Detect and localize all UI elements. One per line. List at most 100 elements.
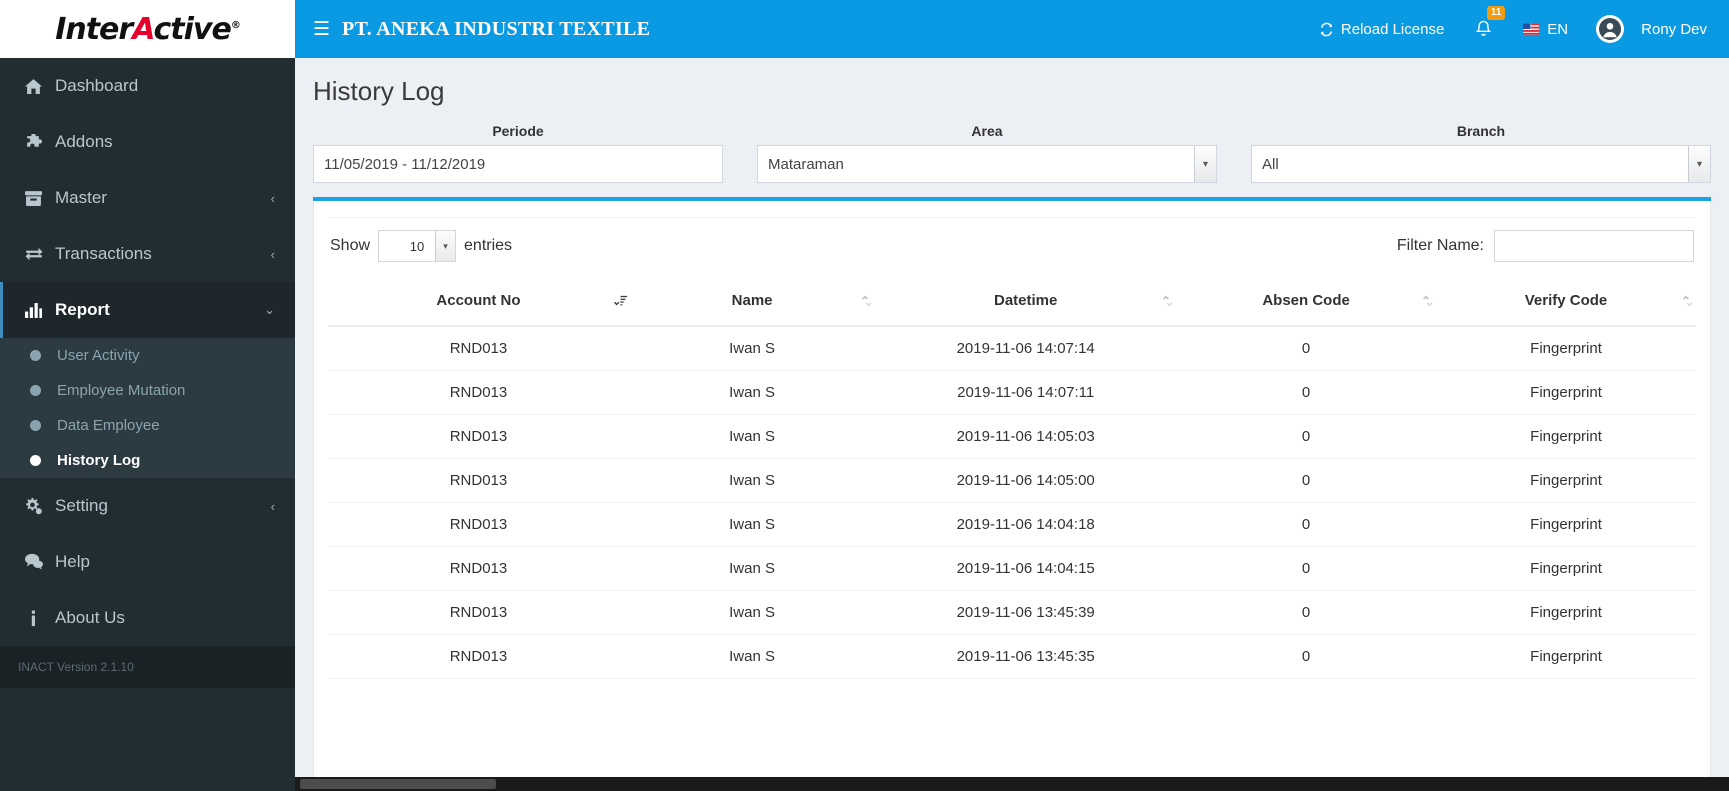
circle-icon xyxy=(30,455,41,466)
logo-trademark: ® xyxy=(230,19,241,31)
cell-verify-code: Fingerprint xyxy=(1436,370,1696,415)
sidebar-item-label: Master xyxy=(55,188,107,207)
cell-verify-code: Fingerprint xyxy=(1436,590,1696,635)
cell-account-no: RND013 xyxy=(328,370,629,415)
reload-license-label: Reload License xyxy=(1340,20,1445,38)
topbar: ☰ PT. ANEKA INDUSTRI TEXTILE Reload Lice… xyxy=(295,0,1729,58)
table-body: RND013 Iwan S 2019-11-06 14:07:14 0 Fing… xyxy=(328,326,1696,679)
column-label: Absen Code xyxy=(1262,292,1350,309)
filter-area: Area Mataraman ▾ xyxy=(757,123,1217,183)
column-header-datetime[interactable]: Datetime xyxy=(875,276,1177,327)
area-select[interactable]: Mataraman ▾ xyxy=(757,145,1217,183)
table-header-row: Account No Name Datetime Absen Code Veri… xyxy=(328,276,1696,327)
sidebar-item-label: Transactions xyxy=(55,244,152,263)
cell-name: Iwan S xyxy=(628,370,876,415)
column-label: Verify Code xyxy=(1524,292,1608,309)
menu-toggle-icon[interactable]: ☰ xyxy=(313,20,330,39)
sidebar-item-addons[interactable]: Addons xyxy=(0,114,295,170)
language-selector[interactable]: EN xyxy=(1509,0,1582,58)
sidebar-item-about-us[interactable]: About Us xyxy=(0,590,295,646)
brand-logo[interactable]: InterActive® xyxy=(0,0,295,58)
cell-absen-code: 0 xyxy=(1176,414,1437,459)
table-row[interactable]: RND013 Iwan S 2019-11-06 14:05:03 0 Fing… xyxy=(328,414,1696,459)
user-name-label: Rony Dev xyxy=(1641,20,1707,38)
sidebar: InterActive® Dashboard Addons Master ‹ T… xyxy=(0,0,295,791)
sidebar-subitem-employee-mutation[interactable]: Employee Mutation xyxy=(0,373,295,408)
branch-value: All xyxy=(1262,155,1279,173)
sidebar-version: INACT Version 2.1.10 xyxy=(0,646,295,688)
cell-datetime: 2019-11-06 14:05:03 xyxy=(875,414,1177,459)
sort-icon xyxy=(1682,294,1694,308)
periode-value: 11/05/2019 - 11/12/2019 xyxy=(324,155,486,173)
cell-absen-code: 0 xyxy=(1176,502,1437,547)
sidebar-subitem-user-activity[interactable]: User Activity xyxy=(0,338,295,373)
cell-datetime: 2019-11-06 14:04:15 xyxy=(875,546,1177,591)
cell-absen-code: 0 xyxy=(1176,326,1437,371)
logo-text-first: Inter xyxy=(55,11,133,47)
notifications-button[interactable]: 11 xyxy=(1458,0,1509,58)
periode-daterange-input[interactable]: 11/05/2019 - 11/12/2019 xyxy=(313,145,723,183)
cell-absen-code: 0 xyxy=(1176,634,1437,679)
filter-bar: Periode 11/05/2019 - 11/12/2019 Area Mat… xyxy=(295,123,1729,197)
sidebar-subitem-history-log[interactable]: History Log xyxy=(0,443,295,478)
area-value: Mataraman xyxy=(768,155,844,173)
cell-name: Iwan S xyxy=(628,502,876,547)
sidebar-item-help[interactable]: Help xyxy=(0,534,295,590)
sidebar-item-label: Help xyxy=(55,552,90,571)
filter-periode: Periode 11/05/2019 - 11/12/2019 xyxy=(313,123,723,183)
table-row[interactable]: RND013 Iwan S 2019-11-06 14:07:14 0 Fing… xyxy=(328,326,1696,371)
column-header-verify-code[interactable]: Verify Code xyxy=(1436,276,1696,327)
report-submenu: User Activity Employee Mutation Data Emp… xyxy=(0,338,295,478)
chevron-down-icon: ⌄ xyxy=(264,302,275,317)
column-header-name[interactable]: Name xyxy=(628,276,876,327)
reload-license-button[interactable]: Reload License xyxy=(1305,0,1458,58)
results-panel: Show 10 ▾ entries Filter Name: Account N… xyxy=(313,201,1711,791)
cell-name: Iwan S xyxy=(628,634,876,679)
sort-icon xyxy=(1422,294,1434,308)
page-brand-title: PT. ANEKA INDUSTRI TEXTILE xyxy=(342,17,651,40)
sidebar-menu: Dashboard Addons Master ‹ Transactions ‹… xyxy=(0,58,295,791)
sidebar-item-dashboard[interactable]: Dashboard xyxy=(0,58,295,114)
branch-select[interactable]: All ▾ xyxy=(1251,145,1711,183)
user-menu[interactable]: Rony Dev xyxy=(1582,0,1707,58)
table-row[interactable]: RND013 Iwan S 2019-11-06 14:04:18 0 Fing… xyxy=(328,502,1696,547)
table-row[interactable]: RND013 Iwan S 2019-11-06 13:45:35 0 Fing… xyxy=(328,634,1696,679)
table-row[interactable]: RND013 Iwan S 2019-11-06 14:07:11 0 Fing… xyxy=(328,370,1696,415)
language-label: EN xyxy=(1547,20,1569,38)
chevron-left-icon: ‹ xyxy=(270,498,275,514)
sidebar-item-transactions[interactable]: Transactions ‹ xyxy=(0,226,295,282)
logo-text-accent: A xyxy=(132,11,154,47)
notification-badge: 11 xyxy=(1486,6,1506,20)
circle-icon xyxy=(30,385,41,396)
cell-datetime: 2019-11-06 13:45:35 xyxy=(875,634,1177,679)
column-label: Name xyxy=(731,292,773,309)
table-row[interactable]: RND013 Iwan S 2019-11-06 14:04:15 0 Fing… xyxy=(328,546,1696,591)
sort-icon xyxy=(1162,294,1174,308)
column-header-account-no[interactable]: Account No xyxy=(328,276,629,327)
cell-name: Iwan S xyxy=(628,458,876,503)
chevron-down-icon: ▾ xyxy=(435,231,456,261)
sidebar-item-report[interactable]: Report ⌄ xyxy=(0,282,295,338)
table-head: Account No Name Datetime Absen Code Veri… xyxy=(328,276,1696,327)
scrollbar-thumb[interactable] xyxy=(300,779,496,789)
periode-label: Periode xyxy=(492,123,544,139)
entries-per-page-select[interactable]: 10 ▾ xyxy=(378,230,457,262)
cell-account-no: RND013 xyxy=(328,634,629,679)
entries-label: entries xyxy=(464,237,513,254)
sidebar-item-master[interactable]: Master ‹ xyxy=(0,170,295,226)
avatar xyxy=(1596,15,1625,43)
cell-datetime: 2019-11-06 14:07:14 xyxy=(875,326,1177,371)
cell-datetime: 2019-11-06 14:04:18 xyxy=(875,502,1177,547)
chevron-down-icon: ▾ xyxy=(1688,146,1710,182)
sidebar-subitem-data-employee[interactable]: Data Employee xyxy=(0,408,295,443)
table-row[interactable]: RND013 Iwan S 2019-11-06 13:45:39 0 Fing… xyxy=(328,590,1696,635)
sidebar-subitem-label: History Log xyxy=(57,452,141,469)
sidebar-item-label: About Us xyxy=(55,608,125,627)
sidebar-subitem-label: Data Employee xyxy=(57,417,160,434)
table-row[interactable]: RND013 Iwan S 2019-11-06 14:05:00 0 Fing… xyxy=(328,458,1696,503)
flag-icon xyxy=(1523,22,1540,37)
filter-name-input[interactable] xyxy=(1494,230,1694,262)
cell-account-no: RND013 xyxy=(328,546,629,591)
column-header-absen-code[interactable]: Absen Code xyxy=(1176,276,1437,327)
sidebar-item-setting[interactable]: Setting ‹ xyxy=(0,478,295,534)
